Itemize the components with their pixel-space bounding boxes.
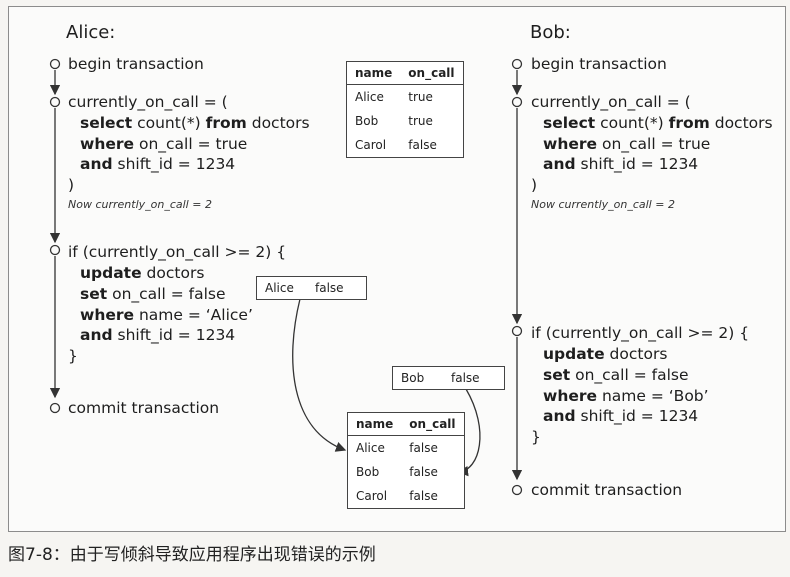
bob-close-brace: } [531,428,541,446]
cell-on-call: false [409,489,438,503]
alice-update-row: Alice false [256,276,367,300]
cell-on-call: true [408,90,433,104]
bob-set-line: set on_call = false [543,366,689,384]
table-row: Bob true [347,109,464,133]
alice-where-line: where on_call = true [80,135,248,153]
cell-on-call: true [408,114,433,128]
cell-on-call: false [409,441,438,455]
alice-close-paren: ) [68,176,75,194]
alice-set-line: set on_call = false [80,285,226,303]
cell-name: Carol [356,489,388,503]
bob-select-line: select count(*) from doctors [543,114,773,132]
alice-begin-transaction: begin transaction [68,55,204,73]
bob-update-value: false [451,371,480,385]
table-row: Bob false [348,460,465,484]
bob-heading: Bob: [530,22,571,43]
alice-and2-line: and shift_id = 1234 [80,326,236,344]
bob-update-row: Bob false [392,366,505,390]
column-header-on-call: on_call [401,412,465,436]
table-row: Alice false [348,436,465,461]
cell-name: Bob [355,114,379,128]
bob-update-line: update doctors [543,345,668,363]
alice-heading: Alice: [66,22,116,43]
alice-update-name: Alice [265,281,294,295]
column-header-name: name [346,61,401,85]
bob-and2-line: and shift_id = 1234 [543,407,699,425]
alice-and-line: and shift_id = 1234 [80,155,236,173]
cell-name: Alice [356,441,385,455]
alice-commit-transaction: commit transaction [68,399,220,417]
bob-update-name: Bob [401,371,425,385]
bob-close-paren: ) [531,176,538,194]
table-row: Alice true [347,85,464,110]
alice-if-line: if (currently_on_call >= 2) { [68,243,287,261]
alice-note: Now currently_on_call = 2 [68,198,212,211]
alice-select-line: select count(*) from doctors [80,114,310,132]
cell-on-call: false [408,138,437,152]
bob-and-line: and shift_id = 1234 [543,155,699,173]
bob-where-line: where on_call = true [543,135,711,153]
doctors-table-after: name on_call Alice false Bob false Carol… [347,412,465,509]
figure-caption: 图7-8：由于写倾斜导致应用程序出现错误的示例 [8,545,376,565]
alice-update-line: update doctors [80,264,205,282]
alice-close-brace: } [68,347,78,365]
alice-update-value: false [315,281,344,295]
cell-name: Alice [355,90,384,104]
alice-where2-line: where name = ‘Alice’ [80,306,253,324]
column-header-name: name [347,412,402,436]
bob-commit-transaction: commit transaction [531,481,683,499]
column-header-on-call: on_call [400,61,464,85]
cell-name: Carol [355,138,387,152]
cell-on-call: false [409,465,438,479]
table-row: Carol false [348,484,465,509]
doctors-table-before: name on_call Alice true Bob true Carol f… [346,61,464,158]
bob-where2-line: where name = ‘Bob’ [543,387,709,405]
bob-if-line: if (currently_on_call >= 2) { [531,324,750,342]
table-row: Carol false [347,133,464,158]
cell-name: Bob [356,465,380,479]
bob-note: Now currently_on_call = 2 [531,198,675,211]
alice-assign-line: currently_on_call = ( [68,93,228,111]
bob-assign-line: currently_on_call = ( [531,93,691,111]
bob-begin-transaction: begin transaction [531,55,667,73]
